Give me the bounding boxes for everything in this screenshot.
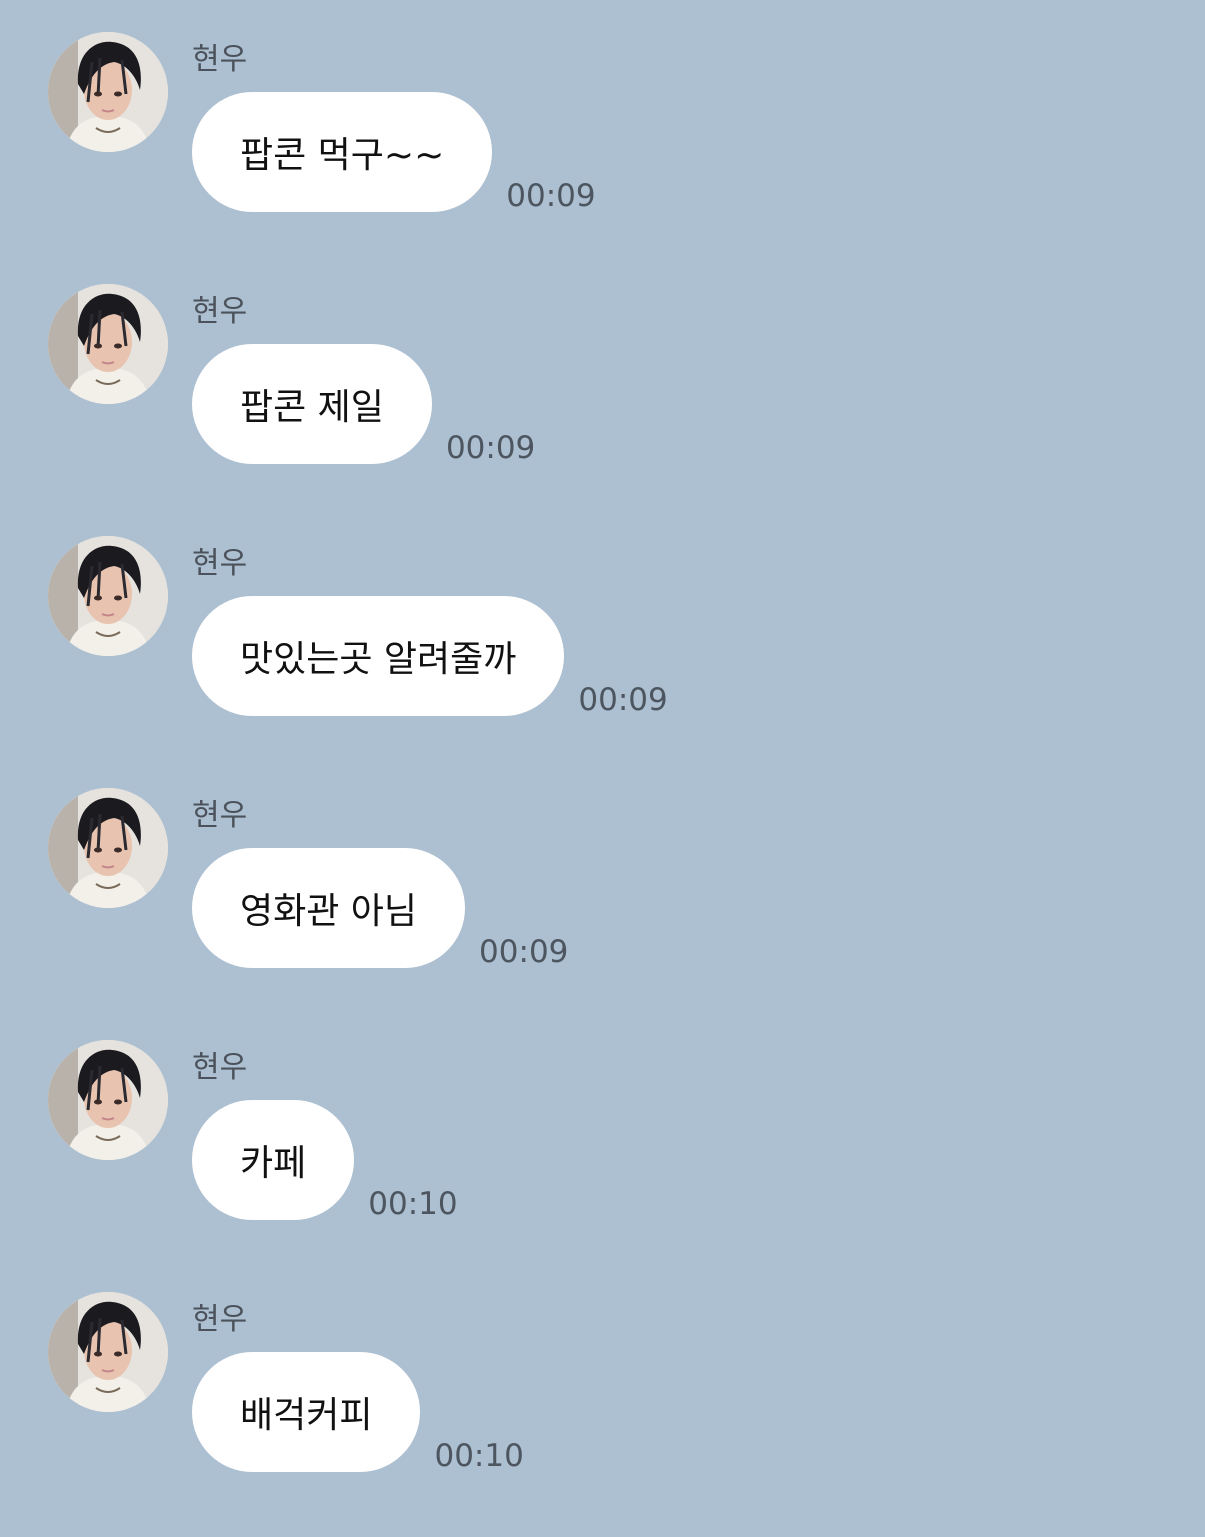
chat-message: 현우 맛있는곳 알려줄까 00:09 — [0, 504, 1205, 718]
profile-photo-icon — [48, 536, 168, 656]
message-time: 00:09 — [578, 682, 668, 718]
chat-message: 현우 팝콘 제일 00:09 — [0, 252, 1205, 466]
sender-name: 현우 — [192, 1302, 248, 1337]
message-time: 00:09 — [479, 934, 569, 970]
avatar[interactable] — [48, 284, 168, 404]
message-time: 00:09 — [506, 178, 596, 214]
avatar[interactable] — [48, 1040, 168, 1160]
message-time: 00:09 — [445, 430, 536, 466]
message-bubble[interactable]: 영화관 아님 — [192, 848, 466, 968]
sender-name: 현우 — [192, 798, 248, 833]
profile-photo-icon — [48, 1040, 168, 1160]
sender-name: 현우 — [192, 546, 248, 581]
message-time: 00:10 — [434, 1438, 524, 1474]
profile-photo-icon — [48, 284, 168, 404]
sender-name: 현우 — [192, 294, 248, 329]
avatar[interactable] — [48, 788, 168, 908]
sender-name: 현우 — [192, 1050, 248, 1085]
message-bubble[interactable]: 카페 — [192, 1100, 355, 1220]
message-bubble[interactable]: 팝콘 먹구~~ — [192, 92, 493, 212]
profile-photo-icon — [48, 32, 168, 152]
message-bubble[interactable]: 배걱커피 — [192, 1352, 421, 1472]
message-time: 00:10 — [368, 1186, 458, 1222]
message-bubble[interactable]: 팝콘 제일 — [192, 344, 432, 464]
chat-message: 현우 영화관 아님 00:09 — [0, 756, 1205, 970]
avatar[interactable] — [48, 536, 168, 656]
avatar[interactable] — [48, 32, 168, 152]
avatar[interactable] — [48, 1292, 168, 1412]
profile-photo-icon — [48, 788, 168, 908]
sender-name: 현우 — [192, 42, 248, 77]
chat-message: 현우 배걱커피 00:10 — [0, 1260, 1205, 1474]
chat-message-list[interactable]: 현우 팝콘 먹구~~ 00:09 현우 팝콘 제일 00:09 현우 맛있는곳 … — [0, 0, 1205, 1537]
chat-message: 현우 팝콘 먹구~~ 00:09 — [0, 0, 1205, 214]
chat-message: 현우 카페 00:10 — [0, 1008, 1205, 1222]
message-bubble[interactable]: 맛있는곳 알려줄까 — [192, 596, 565, 716]
profile-photo-icon — [48, 1292, 168, 1412]
